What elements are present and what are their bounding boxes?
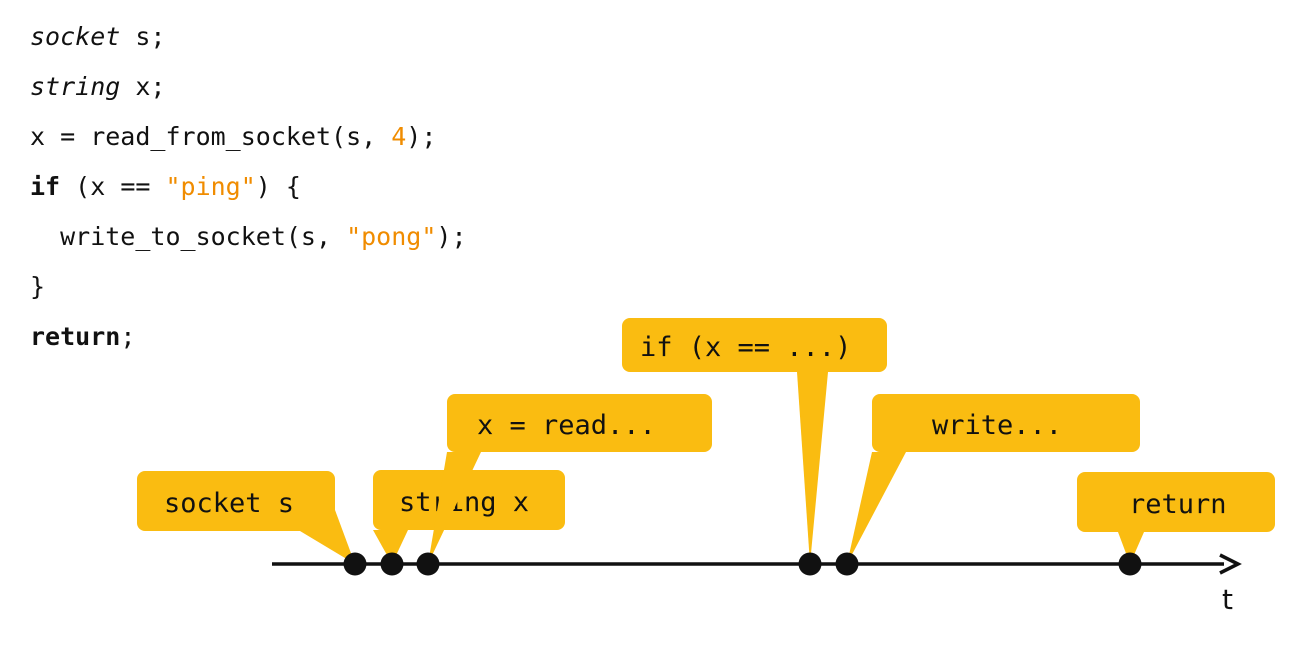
callout-write-label: write... [932, 410, 1062, 441]
callout-string-x[interactable]: string x [373, 470, 565, 564]
event-socket-s-dot[interactable] [343, 552, 367, 576]
callout-socket-s-label: socket s [164, 488, 294, 519]
callout-if-x-tail [797, 372, 828, 564]
callout-write-tail [847, 452, 906, 564]
event-if-x-dot[interactable] [798, 552, 822, 576]
callout-if-x-label: if (x == ...) [640, 332, 851, 363]
callout-return-label: return [1129, 489, 1227, 520]
axis-label-t: t [1222, 583, 1233, 616]
callout-x-read-label: x = read... [477, 410, 656, 441]
event-x-read-dot[interactable] [416, 552, 440, 576]
event-write-dot[interactable] [835, 552, 859, 576]
callouts-layer: socket s string x x = read... if (x == ...)… [137, 318, 1275, 564]
callout-socket-s[interactable]: socket s [137, 471, 355, 564]
diagram-canvas: socket s; string x; x = read_from_socket(s… [0, 0, 1316, 657]
event-return-dot[interactable] [1118, 552, 1142, 576]
callout-return[interactable]: return [1077, 472, 1275, 564]
event-string-x-dot[interactable] [380, 552, 404, 576]
callout-string-x-label: string x [399, 487, 529, 518]
timeline-diagram: socket s string x x = read... if (x == ...)… [137, 318, 1275, 576]
